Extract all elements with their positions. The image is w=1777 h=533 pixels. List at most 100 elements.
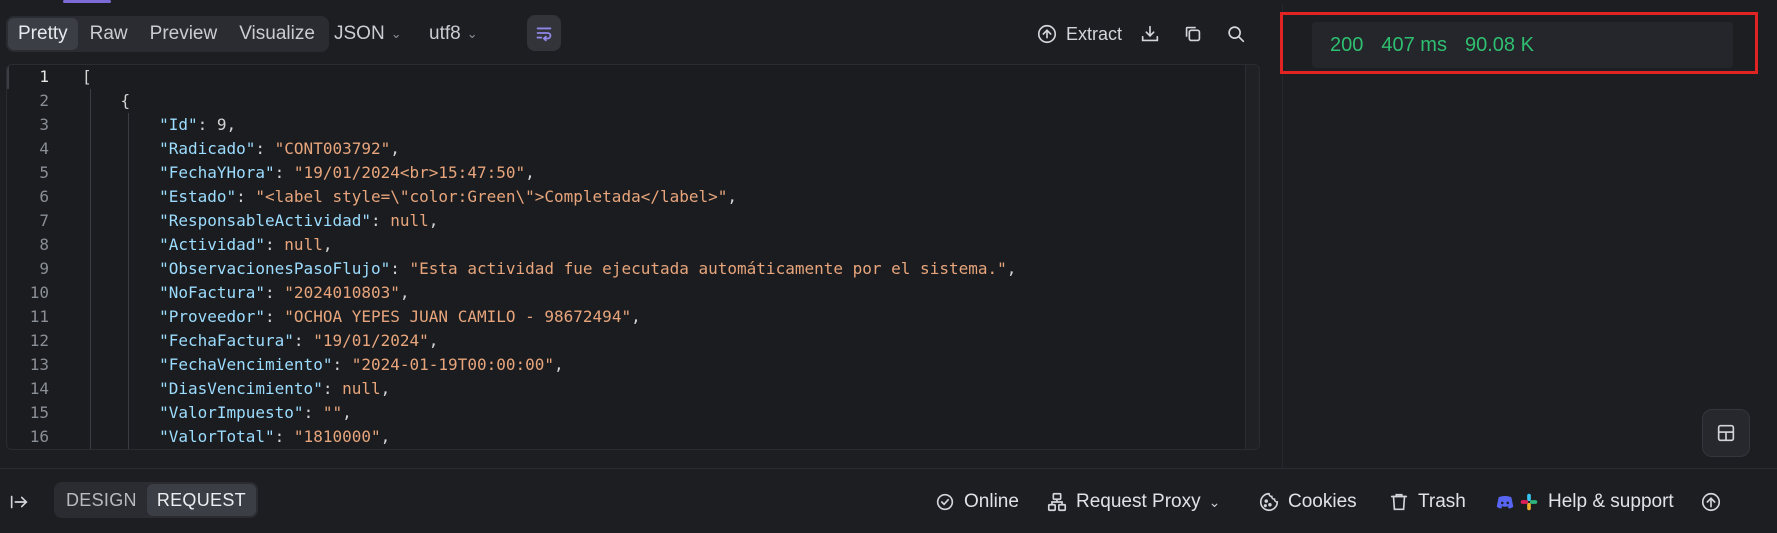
view-tabs: Pretty Raw Preview Visualize — [6, 16, 329, 52]
code-content: "ValorImpuesto": "", — [82, 401, 352, 425]
cookies-button[interactable]: Cookies — [1258, 488, 1357, 516]
search-button[interactable] — [1225, 18, 1247, 50]
arrow-up-circle-icon — [1701, 492, 1721, 512]
code-token: , — [631, 307, 641, 326]
line-number: 11 — [29, 307, 49, 326]
line-number: 1 — [39, 67, 49, 86]
request-proxy-dropdown[interactable]: Request Proxy ⌄ — [1046, 488, 1220, 516]
online-status[interactable]: Online — [934, 488, 1019, 516]
mode-design[interactable]: DESIGN — [56, 484, 147, 516]
line-number: 5 — [39, 163, 49, 182]
code-token: , — [525, 163, 535, 182]
response-body-editor[interactable]: 1 [2 {3 "Id": 9, 4 "Radicado": "CONT003792… — [6, 64, 1260, 450]
format-dropdown[interactable]: JSON ⌄ — [334, 18, 402, 50]
code-token: , — [342, 403, 352, 422]
code-token: : — [293, 331, 314, 350]
copy-button[interactable] — [1182, 18, 1204, 50]
code-token: "ValorTotal" — [159, 427, 275, 446]
collapse-sidebar-icon — [10, 495, 28, 509]
active-request-tab-indicator — [63, 0, 111, 3]
code-content: "DiasVencimiento": null, — [82, 377, 390, 401]
editor-scrollbar[interactable] — [1245, 65, 1259, 449]
layout-toggle-button[interactable] — [1702, 409, 1750, 457]
code-token: "OCHOA YEPES JUAN CAMILO - 98672494" — [284, 307, 632, 326]
code-token: "FechaFactura" — [159, 331, 294, 350]
download-button[interactable] — [1139, 18, 1161, 50]
chevron-down-icon: ⌄ — [466, 26, 478, 41]
extract-button[interactable]: Extract — [1036, 18, 1122, 50]
format-value: JSON — [334, 23, 385, 44]
code-token: , — [390, 139, 400, 158]
code-token: : — [274, 163, 294, 182]
help-label: Help & support — [1548, 491, 1674, 512]
line-number: 16 — [29, 427, 49, 446]
code-token: "FechaYHora" — [159, 163, 275, 182]
wrap-lines-button[interactable] — [527, 15, 561, 51]
line-number: 15 — [29, 403, 49, 422]
cookie-icon — [1259, 492, 1279, 512]
tab-raw[interactable]: Raw — [80, 18, 138, 50]
code-token: : — [332, 355, 352, 374]
footer-bar: DESIGN REQUEST Online Request Proxy ⌄ Co… — [0, 468, 1777, 533]
tab-visualize[interactable]: Visualize — [229, 18, 325, 50]
update-button[interactable] — [1700, 488, 1722, 516]
collapse-sidebar-button[interactable] — [8, 488, 30, 516]
code-token: , — [380, 379, 391, 398]
line-number: 12 — [29, 331, 49, 350]
code-content: "Actividad": null, — [82, 233, 332, 257]
line-number: 10 — [29, 283, 49, 302]
mode-request[interactable]: REQUEST — [146, 484, 256, 516]
encoding-value: utf8 — [429, 23, 461, 44]
upload-circle-icon — [1037, 24, 1057, 44]
help-support-button[interactable]: Help & support — [1494, 488, 1674, 516]
code-token: "19/01/2024<br>15:47:50" — [293, 163, 526, 182]
code-token: "Esta actividad fue ejecutada automática… — [409, 259, 1007, 278]
tab-pretty[interactable]: Pretty — [8, 18, 78, 50]
code-token: "ObservacionesPasoFlujo" — [159, 259, 391, 278]
code-token: , — [226, 115, 237, 134]
code-token: [ — [82, 67, 92, 86]
code-token: : — [265, 235, 285, 254]
line-number: 13 — [29, 355, 49, 374]
code-token: "DiasVencimiento" — [159, 379, 323, 398]
copy-icon — [1185, 26, 1201, 42]
code-content: "ResponsableActividad": null, — [82, 209, 438, 233]
code-content: "Id": 9, — [82, 113, 236, 137]
trash-button[interactable]: Trash — [1388, 488, 1466, 516]
code-token: : — [265, 307, 285, 326]
chevron-down-icon: ⌄ — [390, 26, 402, 41]
code-token: , — [399, 283, 410, 302]
code-token: : — [197, 115, 217, 134]
code-token: "Radicado" — [159, 139, 256, 158]
code-content: "NoFactura": "2024010803", — [82, 281, 410, 305]
discord-icon — [1496, 496, 1514, 509]
line-number: 9 — [39, 259, 49, 278]
line-number: 6 — [39, 187, 49, 206]
code-token: , — [428, 331, 439, 350]
slack-icon — [1520, 493, 1538, 511]
code-token: : — [303, 403, 323, 422]
code-token: , — [727, 187, 738, 206]
code-token: "Actividad" — [159, 235, 266, 254]
line-number: 7 — [39, 211, 49, 230]
line-number: 8 — [39, 235, 49, 254]
tab-preview[interactable]: Preview — [140, 18, 228, 50]
code-token: , — [322, 235, 333, 254]
response-toolbar: Pretty Raw Preview Visualize JSON ⌄ utf8… — [0, 10, 1280, 56]
code-token: "CONT003792" — [274, 139, 391, 158]
code-content: "ObservacionesPasoFlujo": "Esta activida… — [82, 257, 1016, 281]
code-token: "1810000" — [293, 427, 381, 446]
code-token: "2024-01-19T00:00:00" — [351, 355, 555, 374]
check-circle-icon — [936, 493, 954, 511]
code-token: "2024010803" — [284, 283, 400, 302]
network-icon — [1047, 492, 1067, 512]
encoding-dropdown[interactable]: utf8 ⌄ — [429, 18, 478, 50]
line-number: 4 — [39, 139, 49, 158]
